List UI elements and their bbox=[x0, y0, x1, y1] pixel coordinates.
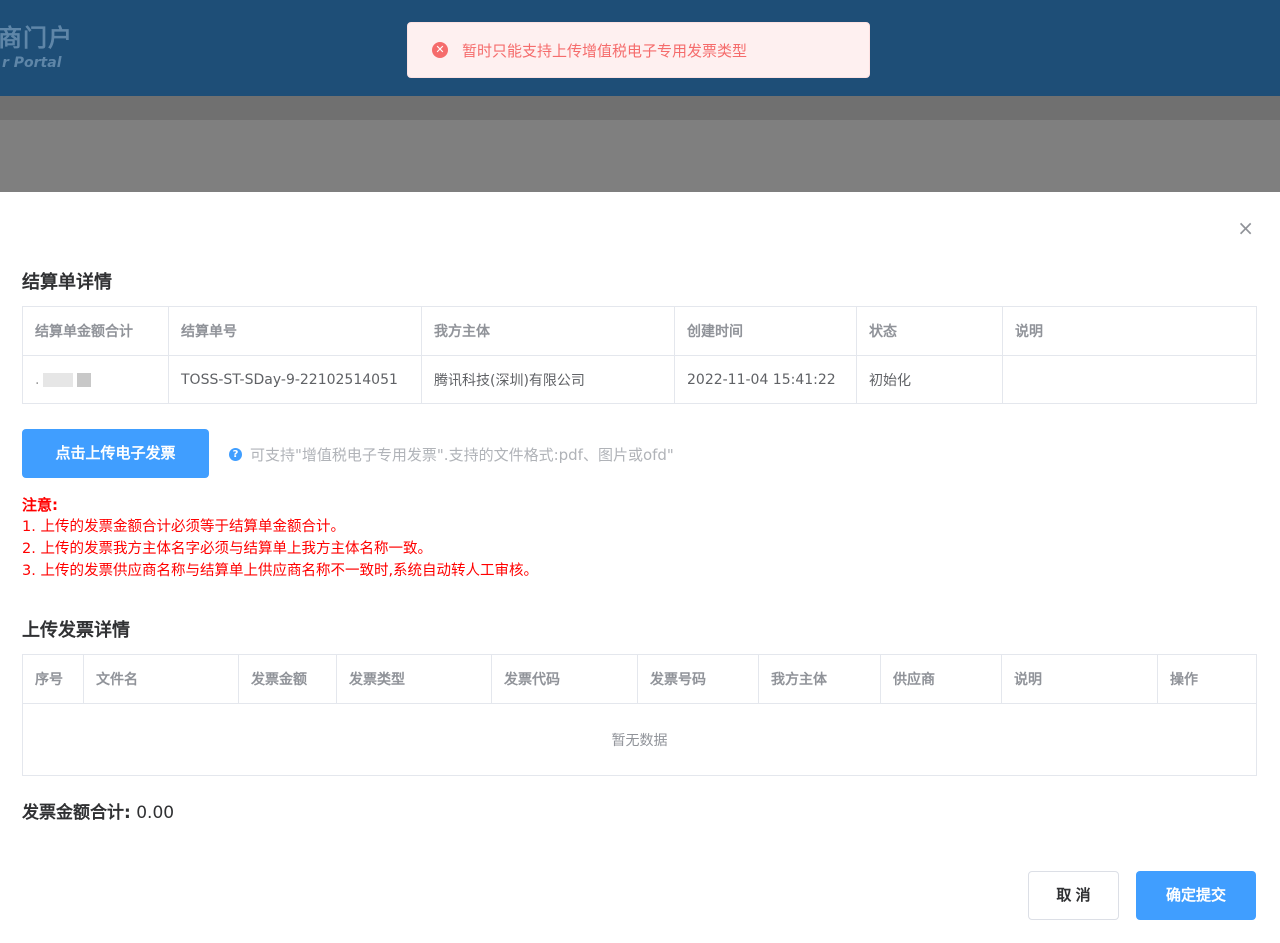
column-header: 发票号码 bbox=[637, 654, 759, 704]
invoice-total-value: 0.00 bbox=[136, 803, 175, 823]
confirm-submit-button[interactable]: 确定提交 bbox=[1136, 871, 1256, 920]
cancel-button[interactable]: 取 消 bbox=[1028, 871, 1119, 920]
question-circle-icon: ? bbox=[229, 448, 242, 461]
upload-hint: ? 可支持"增值税电子专用发票".支持的文件格式:pdf、图片或ofd" bbox=[229, 444, 674, 465]
redaction-block bbox=[77, 372, 92, 387]
logo-subtitle: r Portal bbox=[2, 55, 62, 71]
entity-cell: 腾讯科技(深圳)有限公司 bbox=[421, 355, 675, 404]
column-header: 我方主体 bbox=[758, 654, 881, 704]
column-header: 供应商 bbox=[880, 654, 1002, 704]
error-toast: ✕ 暂时只能支持上传增值税电子专用发票类型 bbox=[407, 22, 870, 78]
logo-title: 商门户 bbox=[0, 24, 73, 52]
page-backdrop-strip bbox=[0, 96, 1280, 120]
invoice-table: 序号 文件名 发票金额 发票类型 发票代码 发票号码 我方主体 供应商 说明 操… bbox=[22, 654, 1257, 776]
settlement-amount-cell: . bbox=[22, 355, 169, 404]
upload-invoice-button[interactable]: 点击上传电子发票 bbox=[22, 429, 209, 478]
empty-text: 暂无数据 bbox=[22, 703, 1257, 776]
toast-message: 暂时只能支持上传增值税电子专用发票类型 bbox=[462, 41, 748, 60]
column-header: 结算单金额合计 bbox=[22, 306, 169, 356]
column-header: 发票类型 bbox=[336, 654, 492, 704]
column-header: 文件名 bbox=[83, 654, 239, 704]
settlement-table: 结算单金额合计 结算单号 我方主体 创建时间 状态 说明 . TOSS-ST-S… bbox=[22, 306, 1257, 404]
redaction-block bbox=[43, 372, 74, 387]
notice-title: 注意: bbox=[22, 496, 58, 514]
column-header: 创建时间 bbox=[674, 306, 857, 356]
empty-row: 暂无数据 bbox=[22, 703, 1257, 776]
column-header: 状态 bbox=[856, 306, 1003, 356]
notice-block: 注意: 1. 上传的发票金额合计必须等于结算单金额合计。 2. 上传的发票我方主… bbox=[22, 494, 538, 582]
table-header-row: 结算单金额合计 结算单号 我方主体 创建时间 状态 说明 bbox=[22, 306, 1257, 356]
redacted-amount: . bbox=[35, 371, 92, 388]
column-header: 说明 bbox=[1001, 654, 1158, 704]
notice-item: 1. 上传的发票金额合计必须等于结算单金额合计。 bbox=[22, 519, 345, 535]
column-header: 发票代码 bbox=[491, 654, 638, 704]
settlement-number-cell: TOSS-ST-SDay-9-22102514051 bbox=[168, 355, 422, 404]
close-icon[interactable]: × bbox=[1237, 218, 1254, 238]
column-header: 发票金额 bbox=[238, 654, 337, 704]
portal-logo[interactable]: 商门户 r Portal bbox=[0, 18, 73, 71]
invoice-total: 发票金额合计: 0.00 bbox=[22, 798, 174, 823]
column-header: 序号 bbox=[22, 654, 84, 704]
invoice-total-label: 发票金额合计: bbox=[22, 803, 131, 823]
upload-invoice-dialog: × 结算单详情 结算单金额合计 结算单号 我方主体 创建时间 状态 说明 . T… bbox=[0, 192, 1280, 943]
error-circle-icon: ✕ bbox=[432, 42, 448, 58]
notice-item: 2. 上传的发票我方主体名字必须与结算单上我方主体名称一致。 bbox=[22, 541, 432, 557]
column-header: 我方主体 bbox=[421, 306, 675, 356]
upload-hint-text: 可支持"增值税电子专用发票".支持的文件格式:pdf、图片或ofd" bbox=[250, 446, 674, 464]
column-header: 结算单号 bbox=[168, 306, 422, 356]
settlement-detail-title: 结算单详情 bbox=[22, 272, 112, 293]
column-header: 说明 bbox=[1002, 306, 1257, 356]
table-header-row: 序号 文件名 发票金额 发票类型 发票代码 发票号码 我方主体 供应商 说明 操… bbox=[22, 654, 1257, 704]
table-row: . TOSS-ST-SDay-9-22102514051 腾讯科技(深圳)有限公… bbox=[22, 355, 1257, 404]
note-cell bbox=[1002, 355, 1257, 404]
amount-visible-text: . bbox=[35, 371, 40, 388]
status-cell: 初始化 bbox=[856, 355, 1003, 404]
notice-item: 3. 上传的发票供应商名称与结算单上供应商名称不一致时,系统自动转人工审核。 bbox=[22, 563, 539, 579]
invoice-detail-title: 上传发票详情 bbox=[22, 620, 130, 641]
created-time-cell: 2022-11-04 15:41:22 bbox=[674, 355, 857, 404]
column-header: 操作 bbox=[1157, 654, 1257, 704]
